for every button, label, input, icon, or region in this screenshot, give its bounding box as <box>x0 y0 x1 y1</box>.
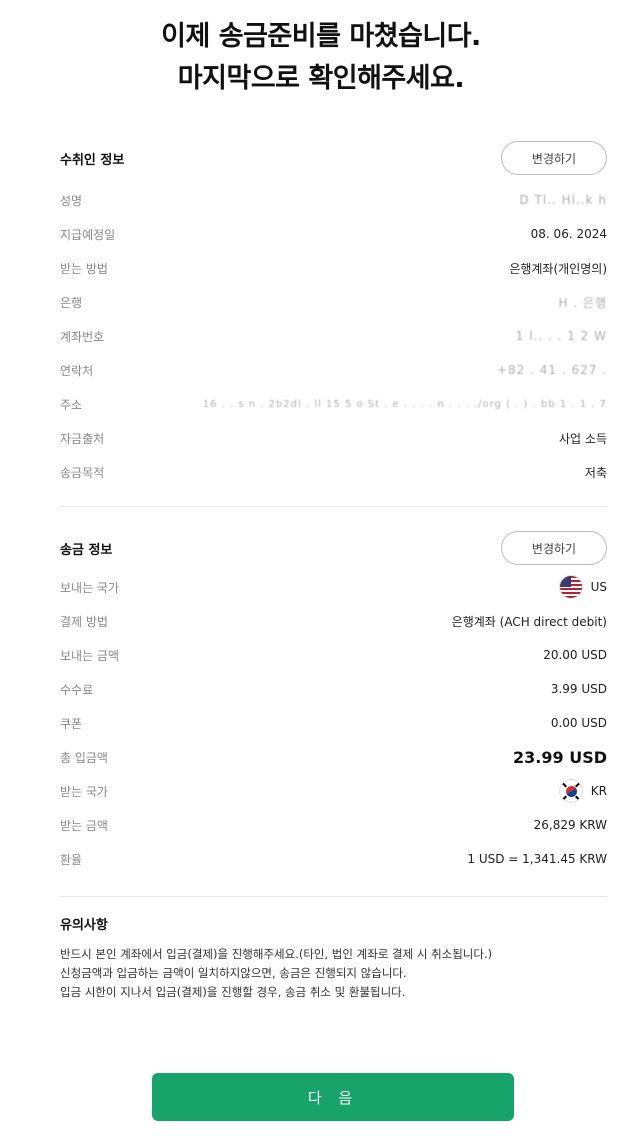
fee-label: 수수료 <box>60 682 94 697</box>
notice-title: 유의사항 <box>60 918 108 933</box>
fee-row: 수수료 3.99 USD <box>60 672 607 706</box>
exchange-rate-value: 1 USD = 1,341.45 KRW <box>467 852 607 866</box>
coupon-value: 0.00 USD <box>550 716 607 730</box>
contact-label: 연락처 <box>60 363 94 378</box>
total-row: 총 입금액 23.99 USD <box>60 740 607 774</box>
kr-flag-icon <box>558 779 583 803</box>
account-number-value: 1 l.. . . 1 2 W <box>515 329 607 343</box>
payment-method-row: 결제 방법 은행계좌 (ACH direct debit) <box>60 604 607 638</box>
receive-method-value: 은행계좌(개인명의) <box>509 261 607 276</box>
recipient-row-purpose: 송금목적 저축 <box>60 455 607 489</box>
recipient-row-name: 성명 D Tl.. Hl..k h <box>60 183 607 217</box>
page-title-line-2: 마지막으로 확인해주세요. <box>177 63 465 94</box>
recipient-section-title: 수취인 정보 <box>60 152 125 168</box>
recipient-row-method: 받는 방법 은행계좌(개인명의) <box>60 251 607 285</box>
recipient-row-address: 주소 16 . . s n . 2b2dl . ll 15 5 o St . e… <box>60 387 607 421</box>
recipient-section: 수취인 정보 변경하기 성명 D Tl.. Hl..k h 지급예정일 08. … <box>60 141 607 489</box>
total-value: 23.99 USD <box>513 747 607 767</box>
receive-amount-value: 26,829 KRW <box>533 818 607 832</box>
recipient-section-header: 수취인 정보 변경하기 <box>60 141 607 175</box>
transfer-section-header: 송금 정보 변경하기 <box>60 531 607 565</box>
recipient-row-account: 계좌번호 1 l.. . . 1 2 W <box>60 319 607 353</box>
name-value: D Tl.. Hl..k h <box>519 193 607 207</box>
transfer-change-button[interactable]: 변경하기 <box>501 531 607 565</box>
bank-value: H . 은행 <box>558 295 607 310</box>
receive-country-code: KR <box>590 784 607 798</box>
payment-method-value: 은행계좌 (ACH direct debit) <box>451 614 607 629</box>
exchange-rate-label: 환율 <box>60 852 83 867</box>
notice-section: 유의사항 반드시 본인 계좌에서 입금(결제)을 진행해주세요.(타인, 법인 … <box>60 914 607 1002</box>
send-amount-value: 20.00 USD <box>543 648 607 662</box>
exchange-rate-row: 환율 1 USD = 1,341.45 KRW <box>60 842 607 876</box>
address-label: 주소 <box>60 397 83 412</box>
section-divider-2 <box>60 896 607 897</box>
send-country-value: US <box>558 575 607 599</box>
receive-amount-row: 받는 금액 26,829 KRW <box>60 808 607 842</box>
notice-line: 신청금액과 입금하는 금액이 일치하지않으면, 송금은 진행되지 않습니다. <box>60 966 407 980</box>
total-label: 총 입금액 <box>60 750 108 765</box>
name-label: 성명 <box>60 193 83 208</box>
send-country-code: US <box>590 580 607 594</box>
send-amount-row: 보내는 금액 20.00 USD <box>60 638 607 672</box>
address-value: 16 . . s n . 2b2dl . ll 15 5 o St . e . … <box>202 398 607 410</box>
coupon-label: 쿠폰 <box>60 716 83 731</box>
section-divider <box>60 506 607 507</box>
receive-method-label: 받는 방법 <box>60 261 108 276</box>
us-flag-icon <box>558 575 583 599</box>
receive-country-label: 받는 국가 <box>60 784 108 799</box>
receive-country-value: KR <box>558 779 607 803</box>
payment-date-value: 08. 06. 2024 <box>530 227 607 241</box>
recipient-row-bank: 은행 H . 은행 <box>60 285 607 319</box>
recipient-row-fund-source: 자금출처 사업 소득 <box>60 421 607 455</box>
fund-source-value: 사업 소득 <box>559 431 607 446</box>
page-title: 이제 송금준비를 마쳤습니다. 마지막으로 확인해주세요. <box>0 16 642 100</box>
bank-label: 은행 <box>60 295 83 310</box>
page-title-line-1: 이제 송금준비를 마쳤습니다. <box>161 21 481 52</box>
purpose-label: 송금목적 <box>60 465 105 480</box>
fee-value: 3.99 USD <box>550 682 607 696</box>
notice-line: 반드시 본인 계좌에서 입금(결제)을 진행해주세요.(타인, 법인 계좌로 결… <box>60 947 493 961</box>
account-number-label: 계좌번호 <box>60 329 105 344</box>
send-amount-label: 보내는 금액 <box>60 648 120 663</box>
purpose-value: 저축 <box>584 465 607 480</box>
recipient-change-button[interactable]: 변경하기 <box>501 141 607 175</box>
receive-country-row: 받는 국가 KR <box>60 774 607 808</box>
next-button[interactable]: 다 음 <box>152 1073 514 1121</box>
receive-amount-label: 받는 금액 <box>60 818 108 833</box>
fund-source-label: 자금출처 <box>60 431 105 446</box>
transfer-section: 송금 정보 변경하기 보내는 국가 US 결제 방법 은행계좌 (ACH dir… <box>60 531 607 876</box>
payment-method-label: 결제 방법 <box>60 614 108 629</box>
payment-date-label: 지급예정일 <box>60 227 116 242</box>
coupon-row: 쿠폰 0.00 USD <box>60 706 607 740</box>
recipient-row-payment-date: 지급예정일 08. 06. 2024 <box>60 217 607 251</box>
recipient-row-contact: 연락처 +82 . 41 . 627 . <box>60 353 607 387</box>
send-country-row: 보내는 국가 US <box>60 570 607 604</box>
contact-value: +82 . 41 . 627 . <box>496 363 607 377</box>
notice-line: 입금 시한이 지나서 입금(결제)을 진행할 경우, 송금 취소 및 환불됩니다… <box>60 985 406 999</box>
send-country-label: 보내는 국가 <box>60 580 120 595</box>
transfer-section-title: 송금 정보 <box>60 542 113 558</box>
